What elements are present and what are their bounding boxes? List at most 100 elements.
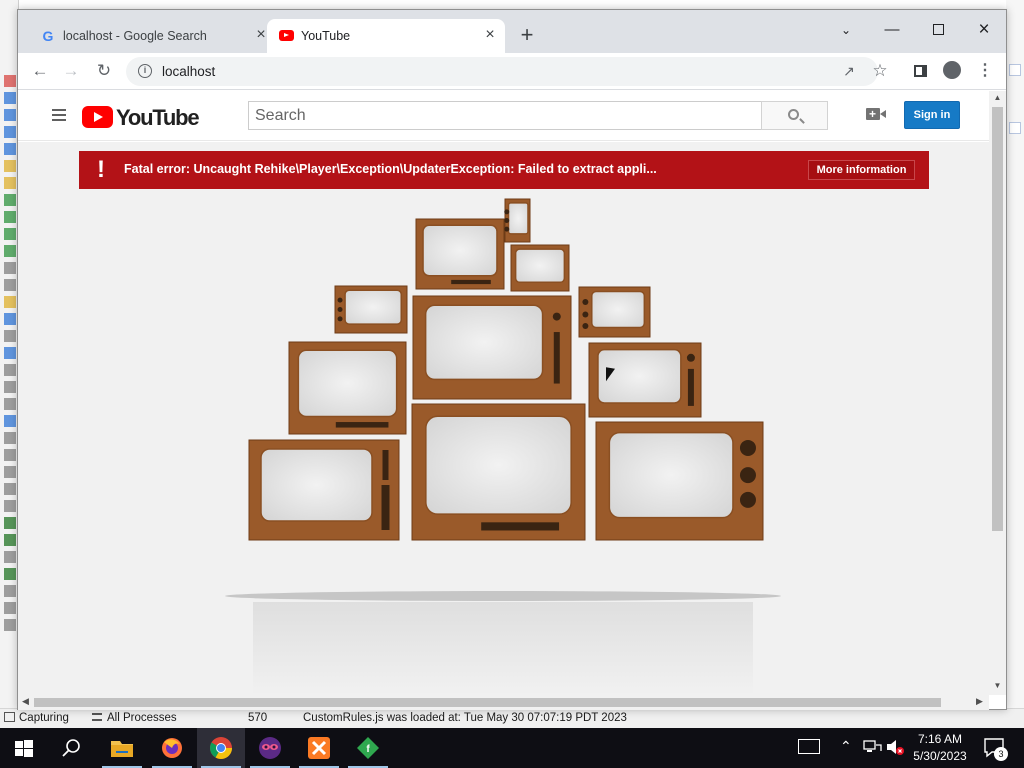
session-row-icon[interactable] xyxy=(4,177,16,189)
tv-speaker-grille xyxy=(381,485,390,530)
address-bar[interactable]: i localhost xyxy=(126,57,878,86)
session-row-icon[interactable] xyxy=(4,585,16,597)
session-row-icon[interactable] xyxy=(4,160,16,172)
close-window-button[interactable]: × xyxy=(961,15,1007,45)
upload-video-icon[interactable]: + xyxy=(866,107,886,121)
xampp-icon[interactable] xyxy=(295,728,343,768)
volume-muted-icon[interactable] xyxy=(885,738,905,759)
side-panel-icon[interactable] xyxy=(908,59,932,83)
menu-kebab-icon[interactable]: ⋮ xyxy=(973,59,997,83)
tab-search-icon[interactable]: ⌄ xyxy=(823,15,869,45)
panel-tab-icon[interactable] xyxy=(1009,64,1021,76)
session-row-icon[interactable] xyxy=(4,279,16,291)
session-row-icon[interactable] xyxy=(4,109,16,121)
session-row-icon[interactable] xyxy=(4,534,16,546)
session-row-icon[interactable] xyxy=(4,245,16,257)
session-row-icon[interactable] xyxy=(4,296,16,308)
capturing-indicator[interactable]: Capturing xyxy=(4,712,69,724)
session-row-icon[interactable] xyxy=(4,364,16,376)
notification-center-icon[interactable]: 3 xyxy=(983,737,1008,762)
close-tab-icon[interactable]: × xyxy=(482,27,498,43)
profile-avatar-icon[interactable] xyxy=(940,59,964,83)
horizontal-scrollbar[interactable]: ◀ ▶ xyxy=(18,695,989,710)
session-row-icon[interactable] xyxy=(4,415,16,427)
session-row-icon[interactable] xyxy=(4,449,16,461)
tv-knob xyxy=(504,226,510,232)
scroll-down-icon[interactable]: ▼ xyxy=(993,681,1002,690)
tv-knob xyxy=(504,209,510,215)
session-row-icon[interactable] xyxy=(4,126,16,138)
chrome-icon[interactable] xyxy=(197,728,245,768)
guide-menu-icon[interactable] xyxy=(52,109,66,121)
tab-youtube[interactable]: YouTube × xyxy=(267,19,505,53)
show-hidden-icons-icon[interactable]: ⌃ xyxy=(840,738,852,755)
news-widget-icon[interactable] xyxy=(798,739,820,757)
fiddler-icon[interactable]: f xyxy=(344,728,392,768)
session-row-icon[interactable] xyxy=(4,313,16,325)
tv-knob xyxy=(739,467,756,484)
scroll-thumb-horizontal[interactable] xyxy=(34,698,941,707)
session-row-icon[interactable] xyxy=(4,466,16,478)
session-row-icon[interactable] xyxy=(4,194,16,206)
session-row-icon[interactable] xyxy=(4,228,16,240)
session-row-icon[interactable] xyxy=(4,143,16,155)
session-row-icon[interactable] xyxy=(4,432,16,444)
session-row-icon[interactable] xyxy=(4,619,16,631)
session-row-icon[interactable] xyxy=(4,75,16,87)
tv-speaker-grille xyxy=(382,450,389,480)
tv-speaker-grille xyxy=(481,522,560,531)
share-icon[interactable]: ↗ xyxy=(837,59,861,83)
tv-stack xyxy=(248,198,764,541)
bookmark-star-icon[interactable]: ☆ xyxy=(868,59,892,83)
session-row-icon[interactable] xyxy=(4,381,16,393)
file-explorer-icon[interactable] xyxy=(98,728,146,768)
scroll-right-icon[interactable]: ▶ xyxy=(976,696,983,707)
reload-button[interactable]: ↻ xyxy=(92,59,116,83)
new-tab-button[interactable]: + xyxy=(516,24,538,47)
network-icon[interactable] xyxy=(863,739,883,758)
session-row-icon[interactable] xyxy=(4,551,16,563)
process-filter-label: All Processes xyxy=(107,712,177,724)
forward-button[interactable]: → xyxy=(59,59,83,83)
browser-toolbar: ← → ↻ i localhost ↗ ☆ ⋮ xyxy=(18,53,1006,90)
capturing-label: Capturing xyxy=(19,712,69,724)
youtube-masthead: YouTube + Sign in xyxy=(18,91,989,141)
maximize-button[interactable] xyxy=(915,15,961,45)
scroll-thumb[interactable] xyxy=(992,107,1003,531)
vertical-scrollbar[interactable]: ▲ ▼ xyxy=(989,91,1006,695)
session-row-icon[interactable] xyxy=(4,602,16,614)
search-icon[interactable] xyxy=(48,728,96,768)
sign-in-button[interactable]: Sign in xyxy=(904,101,960,129)
windows-start-icon[interactable] xyxy=(0,728,48,768)
session-row-icon[interactable] xyxy=(4,500,16,512)
session-row-icon[interactable] xyxy=(4,211,16,223)
error-icon: ! xyxy=(97,156,105,183)
session-row-icon[interactable] xyxy=(4,347,16,359)
masked-app-icon[interactable] xyxy=(246,728,294,768)
scroll-up-icon[interactable]: ▲ xyxy=(993,93,1002,102)
background-right-panel xyxy=(1006,0,1024,710)
minimize-button[interactable]: — xyxy=(869,15,915,45)
panel-tab-icon[interactable] xyxy=(1009,122,1021,134)
session-row-icon[interactable] xyxy=(4,262,16,274)
session-row-icon[interactable] xyxy=(4,398,16,410)
session-row-icon[interactable] xyxy=(4,92,16,104)
broken-tvs-illustration xyxy=(225,198,781,695)
scroll-left-icon[interactable]: ◀ xyxy=(22,696,29,707)
tab-google-search[interactable]: G localhost - Google Search × xyxy=(26,19,266,53)
process-filter[interactable]: All Processes xyxy=(92,712,177,724)
session-row-icon[interactable] xyxy=(4,330,16,342)
more-information-button[interactable]: More information xyxy=(808,160,915,180)
session-row-icon[interactable] xyxy=(4,483,16,495)
session-row-icon[interactable] xyxy=(4,517,16,529)
site-info-icon[interactable]: i xyxy=(138,64,152,78)
search-input[interactable] xyxy=(248,101,762,130)
error-banner: ! Fatal error: Uncaught Rehike\Player\Ex… xyxy=(79,151,929,189)
firefox-icon[interactable] xyxy=(148,728,196,768)
windows-taskbar: f ⌃ 7:16 AM 5/30/2023 3 xyxy=(0,728,1024,768)
session-row-icon[interactable] xyxy=(4,568,16,580)
search-button[interactable] xyxy=(761,101,828,130)
back-button[interactable]: ← xyxy=(28,59,52,83)
youtube-icon xyxy=(279,30,294,41)
clock[interactable]: 7:16 AM 5/30/2023 xyxy=(912,731,968,765)
